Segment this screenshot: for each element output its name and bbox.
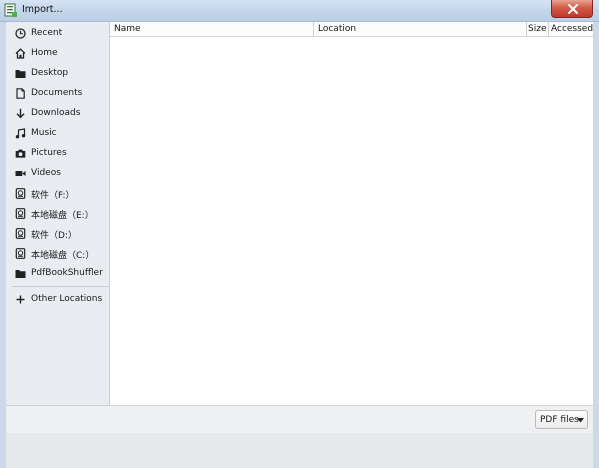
sidebar-item-drive-e[interactable]: 本地磁盘（E:） xyxy=(6,204,110,223)
folder-icon xyxy=(15,270,26,278)
window-right-border xyxy=(593,22,599,468)
column-header-label: Accessed xyxy=(551,24,594,34)
sidebar-item-label: Other Locations xyxy=(31,294,103,304)
sidebar-item-label: Music xyxy=(31,128,57,138)
dropdown-arrow-icon xyxy=(577,418,584,423)
column-header-label: Location xyxy=(318,24,357,34)
sidebar-item-label: PdfBookShuffler xyxy=(31,268,103,278)
sidebar-item-label: Desktop xyxy=(31,68,69,78)
sidebar-item-label: Home xyxy=(31,48,58,58)
sidebar-item-label: Videos xyxy=(31,168,61,178)
close-icon xyxy=(568,4,578,14)
close-button[interactable] xyxy=(551,0,593,18)
column-header-size[interactable]: Size xyxy=(527,22,549,37)
sidebar-item-label: Pictures xyxy=(31,148,67,158)
sidebar-item-drive-d[interactable]: 软件（D:） xyxy=(6,224,110,243)
sidebar-item-recent[interactable]: Recent xyxy=(6,24,110,43)
sidebar-item-drive-f[interactable]: 软件（F:） xyxy=(6,184,110,203)
drive-icon xyxy=(15,208,26,219)
dialog-footer xyxy=(6,433,593,468)
sidebar-item-label: 软件（D:） xyxy=(31,231,77,241)
file-type-filter-dropdown[interactable]: PDF files xyxy=(535,410,588,429)
recent-icon xyxy=(15,28,26,39)
column-header-name[interactable]: Name xyxy=(110,22,314,37)
file-list-header: Name Location Size Accessed xyxy=(110,22,593,37)
drive-icon xyxy=(15,248,26,259)
drive-icon xyxy=(15,228,26,239)
sidebar-separator xyxy=(12,286,110,287)
sidebar-item-drive-c[interactable]: 本地磁盘（C:） xyxy=(6,244,110,263)
camera-icon xyxy=(15,149,26,158)
column-header-label: Name xyxy=(114,24,141,34)
drive-icon xyxy=(15,188,26,199)
column-header-label: Size xyxy=(528,24,547,34)
file-type-filter-label: PDF files xyxy=(540,415,579,425)
window-title: Import... xyxy=(22,4,63,15)
folder-icon xyxy=(15,70,26,78)
sidebar-item-other-locations[interactable]: Other Locations xyxy=(6,290,110,309)
sidebar-item-music[interactable]: Music xyxy=(6,124,110,143)
sidebar-item-label: Documents xyxy=(31,88,83,98)
file-filter-bar: PDF files xyxy=(6,405,593,433)
file-list[interactable]: Name Location Size Accessed xyxy=(110,22,593,405)
sidebar-item-videos[interactable]: Videos xyxy=(6,164,110,183)
sidebar-item-label: Recent xyxy=(31,28,63,38)
sidebar-item-label: Downloads xyxy=(31,108,81,118)
home-icon xyxy=(15,48,26,59)
sidebar-item-label: 软件（F:） xyxy=(31,191,75,201)
column-header-location[interactable]: Location xyxy=(314,22,527,37)
music-icon xyxy=(15,128,26,139)
sidebar-item-label: 本地磁盘（E:） xyxy=(31,211,94,221)
title-bar: Import... xyxy=(0,0,599,22)
places-sidebar: Recent Home Desktop Documents Downloads xyxy=(6,22,110,405)
video-icon xyxy=(15,171,26,176)
document-icon xyxy=(16,88,25,99)
sidebar-item-desktop[interactable]: Desktop xyxy=(6,64,110,83)
sidebar-item-home[interactable]: Home xyxy=(6,44,110,63)
sidebar-item-pdfbookshuffler[interactable]: PdfBookShuffler xyxy=(6,264,110,283)
app-icon xyxy=(4,3,17,17)
plus-icon xyxy=(16,295,25,304)
sidebar-item-pictures[interactable]: Pictures xyxy=(6,144,110,163)
sidebar-item-label: 本地磁盘（C:） xyxy=(31,251,95,261)
sidebar-item-downloads[interactable]: Downloads xyxy=(6,104,110,123)
download-icon xyxy=(16,108,25,119)
sidebar-item-documents[interactable]: Documents xyxy=(6,84,110,103)
column-header-accessed[interactable]: Accessed xyxy=(549,22,593,37)
